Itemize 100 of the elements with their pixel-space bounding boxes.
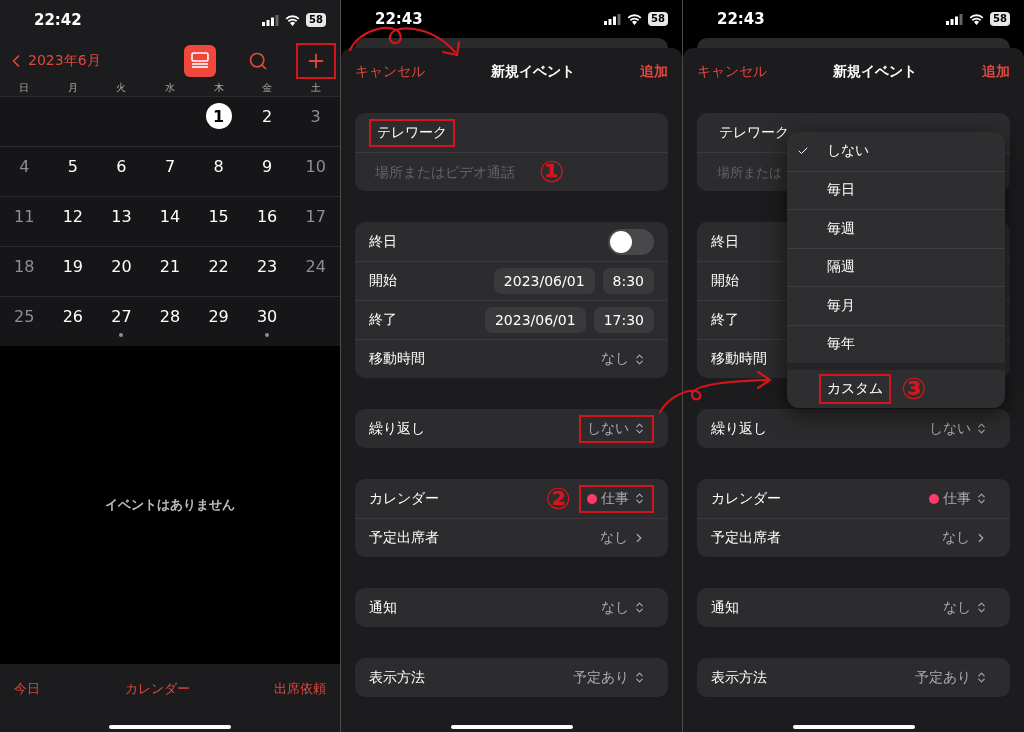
select-value[interactable]: なし (601, 598, 646, 617)
time-button[interactable]: 8:30 (602, 268, 654, 294)
menu-item[interactable]: カスタム (827, 380, 883, 398)
updown-icon (975, 601, 988, 614)
calendar-day[interactable]: 17 (302, 203, 329, 229)
toggle-switch[interactable] (608, 228, 654, 255)
row-label: 繰り返し (711, 419, 767, 438)
calendar-day[interactable]: 22 (205, 253, 232, 279)
updown-icon (633, 671, 646, 684)
sheet-title: 新規イベント (490, 63, 575, 81)
calendar-day[interactable]: 30 (254, 303, 281, 329)
status-time: 22:43 (375, 10, 423, 28)
tab-button[interactable]: カレンダー (124, 680, 190, 698)
signal-icon (262, 14, 280, 26)
select-value[interactable]: 予定あり (573, 668, 646, 687)
step-number: ① (539, 157, 565, 187)
menu-item[interactable]: 毎月 (827, 296, 855, 315)
calendar-day[interactable]: 5 (59, 153, 86, 179)
calendar-day[interactable]: 24 (302, 253, 329, 279)
calendar-day[interactable]: 9 (254, 153, 281, 179)
cancel-button[interactable]: キャンセル (355, 63, 425, 81)
menu-item[interactable]: 隔週 (827, 258, 855, 277)
updown-icon (633, 422, 646, 435)
link-value[interactable]: なし (600, 529, 646, 547)
cancel-button[interactable]: キャンセル (697, 63, 767, 81)
event-title[interactable]: テレワーク (377, 123, 447, 142)
time-button[interactable]: 17:30 (593, 307, 654, 333)
row-label: 予定出席者 (711, 529, 781, 547)
updown-icon (975, 671, 988, 684)
menu-item[interactable]: しない (827, 142, 869, 161)
date-button[interactable]: 2023/06/01 (484, 307, 586, 333)
calendar-day[interactable]: 1 (205, 103, 232, 129)
select-value[interactable]: 予定あり (915, 668, 988, 687)
add-button[interactable]: 追加 (982, 63, 1010, 81)
calendar-day[interactable]: 3 (302, 103, 329, 129)
tab-button[interactable]: 出席依頼 (274, 680, 326, 698)
wifi-icon (285, 14, 301, 26)
menu-item[interactable]: 毎年 (827, 335, 855, 354)
updown-icon (975, 492, 988, 505)
list-button[interactable] (184, 45, 216, 77)
row-label: 終日 (369, 232, 397, 251)
weekday-label: 水 (165, 82, 175, 95)
wifi-icon (969, 13, 985, 25)
calendar-day[interactable]: 19 (59, 253, 86, 279)
menu-item[interactable]: 毎日 (827, 181, 855, 200)
calendar-day[interactable]: 20 (108, 253, 135, 279)
add-button[interactable]: 追加 (640, 63, 668, 81)
row-label: カレンダー (369, 489, 439, 508)
calendar-day[interactable]: 26 (59, 303, 86, 329)
calendar-day[interactable]: 2 (254, 103, 281, 129)
calendar-day[interactable]: 10 (302, 153, 329, 179)
battery-indicator: 58 (648, 12, 668, 26)
date-button[interactable]: 2023/06/01 (493, 268, 595, 294)
updown-icon (633, 492, 646, 505)
calendar-day[interactable]: 4 (11, 153, 38, 179)
calendar-day[interactable]: 6 (108, 153, 135, 179)
calendar-day[interactable]: 13 (108, 203, 135, 229)
calendar-day[interactable]: 23 (254, 253, 281, 279)
weekday-label: 土 (310, 82, 321, 95)
row-label: 表示方法 (711, 668, 767, 687)
select-value[interactable]: なし (601, 350, 646, 368)
row-label: 開始 (369, 272, 397, 290)
calendar-day[interactable]: 27 (108, 303, 135, 329)
calendar-day[interactable]: 15 (205, 203, 232, 229)
select-value[interactable]: 仕事 (587, 489, 646, 508)
calendar-day[interactable]: 7 (157, 153, 183, 179)
calendar-day[interactable]: 11 (11, 203, 38, 229)
row-label: カレンダー (711, 489, 781, 508)
calendar-day[interactable]: 16 (254, 203, 281, 229)
calendar-day[interactable]: 12 (59, 203, 86, 229)
calendar-day[interactable]: 21 (157, 253, 183, 279)
select-value[interactable]: 仕事 (929, 489, 988, 508)
signal-icon (604, 13, 622, 25)
menu-item[interactable]: 毎週 (827, 219, 855, 238)
search-icon (248, 51, 268, 71)
updown-icon (975, 422, 988, 435)
weekday-label: 月 (67, 82, 78, 95)
calendar-day[interactable]: 14 (157, 203, 183, 229)
weekday-label: 火 (116, 82, 127, 95)
back-button[interactable]: 2023年6月 (6, 51, 101, 71)
calendar-day[interactable]: 18 (11, 253, 38, 279)
status-time: 22:43 (717, 10, 765, 28)
row-label: 予定出席者 (369, 529, 439, 547)
row-label: 終了 (711, 311, 739, 329)
wifi-icon (627, 13, 643, 25)
calendar-day[interactable]: 29 (205, 303, 232, 329)
list-view-icon (190, 52, 210, 70)
row-label: 移動時間 (711, 350, 767, 368)
select-value[interactable]: なし (943, 598, 988, 617)
updown-icon (633, 601, 646, 614)
calendar-day[interactable]: 8 (205, 153, 232, 179)
event-title[interactable]: テレワーク (719, 123, 789, 142)
calendar-day[interactable]: 25 (11, 303, 38, 329)
select-value[interactable]: しない (929, 419, 988, 438)
select-value[interactable]: しない (587, 419, 646, 438)
calendar-day[interactable]: 28 (157, 303, 183, 329)
tab-button[interactable]: 今日 (14, 680, 40, 698)
row-label: 開始 (711, 272, 739, 290)
link-value[interactable]: なし (942, 529, 988, 547)
signal-icon (946, 13, 964, 25)
